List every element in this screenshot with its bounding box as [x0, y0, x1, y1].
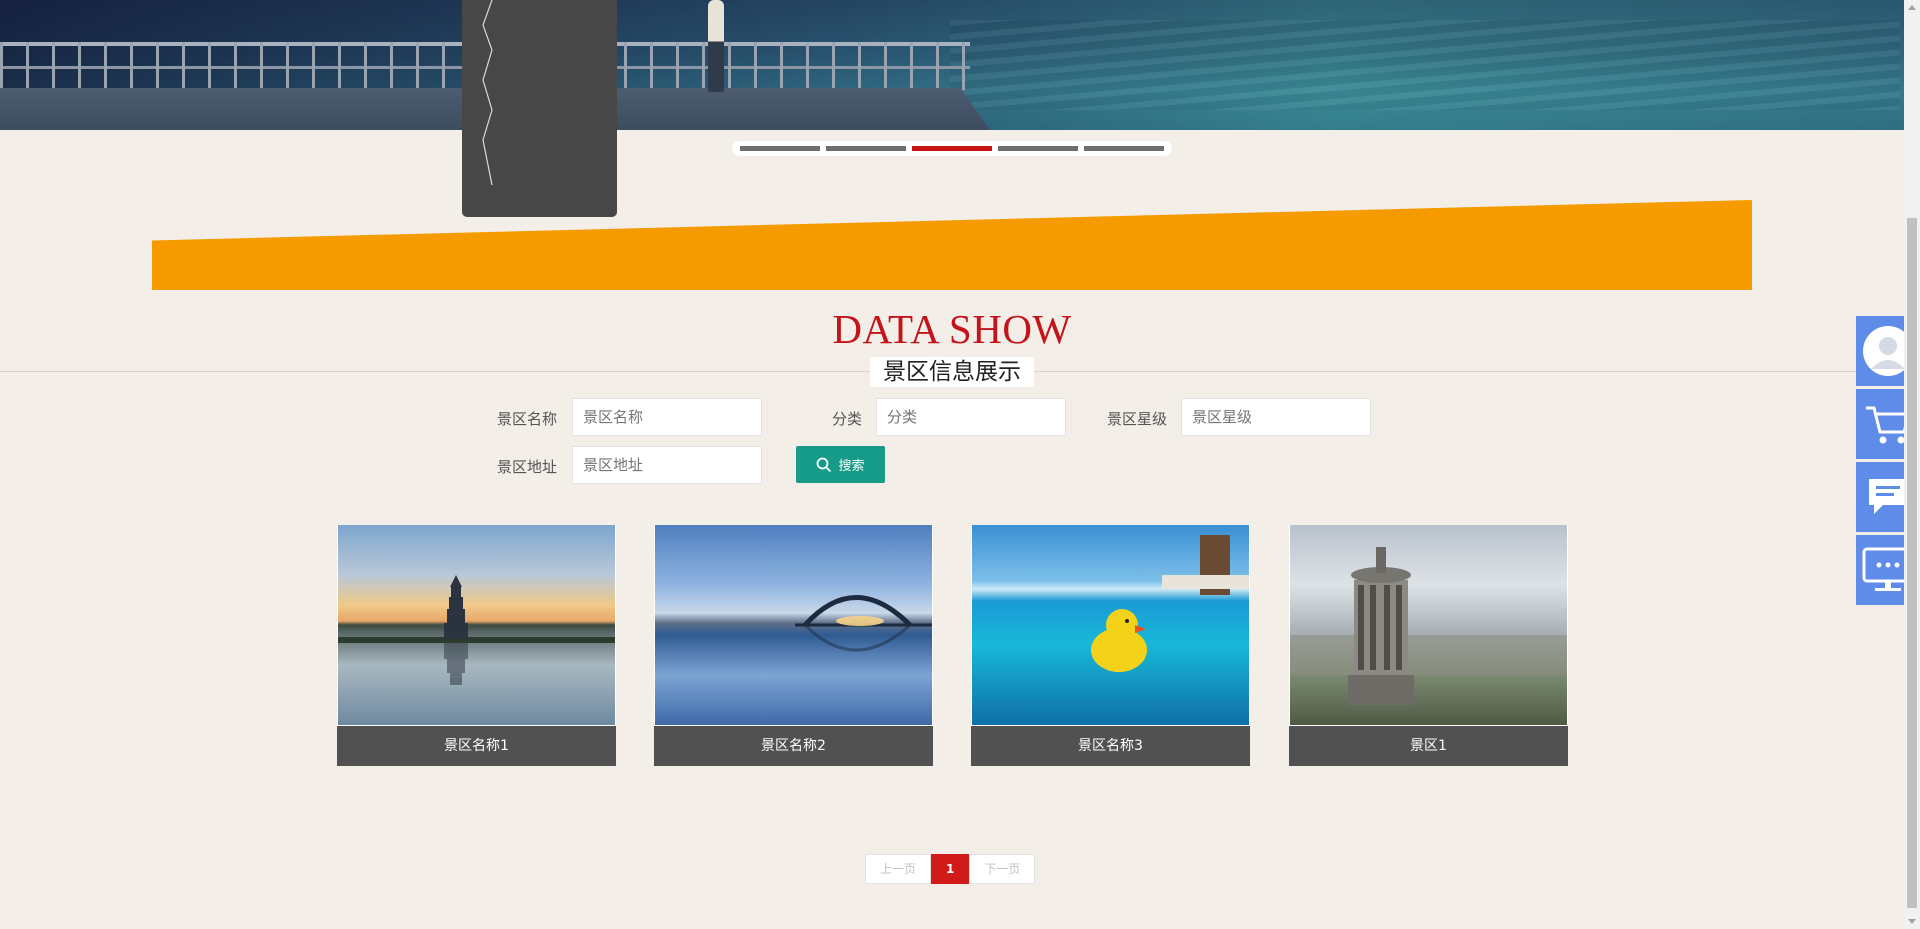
scenic-card-3[interactable]: 景区名称3: [971, 525, 1250, 766]
star-input[interactable]: [1181, 398, 1371, 436]
slider-dot-4[interactable]: [998, 146, 1078, 151]
search-button-label: 搜索: [838, 458, 865, 473]
card-caption[interactable]: 景区名称2: [654, 726, 933, 766]
section-title-en: DATA SHOW: [832, 306, 1072, 352]
scenic-card-2[interactable]: 景区名称2: [654, 525, 933, 766]
card-image-pagoda[interactable]: [338, 525, 615, 725]
card-image-duck[interactable]: [972, 525, 1249, 725]
star-label: 景区星级: [1106, 410, 1167, 428]
hero-sea: [950, 20, 1900, 110]
category-label: 分类: [831, 410, 862, 428]
name-label: 景区名称: [496, 410, 557, 428]
side-panel: [462, 0, 617, 217]
card-caption[interactable]: 景区1: [1289, 726, 1568, 766]
search-button[interactable]: 搜索: [796, 446, 885, 483]
slider-dot-5[interactable]: [1084, 146, 1164, 151]
monument-graphic: [1290, 547, 1567, 705]
orange-band: [152, 200, 1752, 290]
slider-dot-3[interactable]: [912, 146, 992, 151]
page-1-button[interactable]: 1: [931, 854, 970, 884]
section-title-cn: 景区信息展示: [870, 357, 1034, 387]
name-input[interactable]: [572, 398, 762, 436]
pagination: 上一页 1 下一页: [865, 854, 1036, 884]
card-image-monument[interactable]: [1290, 525, 1567, 725]
slider-dot-2[interactable]: [826, 146, 906, 151]
card-image-bridge[interactable]: [655, 525, 932, 725]
hero-person: [708, 0, 724, 92]
prev-page-button[interactable]: 上一页: [865, 854, 932, 884]
duck-graphic: [1091, 535, 1249, 672]
address-label: 景区地址: [496, 458, 557, 476]
category-input[interactable]: [876, 398, 1066, 436]
scroll-thumb[interactable]: [1907, 218, 1917, 908]
slider-dots: [732, 141, 1172, 156]
card-caption[interactable]: 景区名称1: [337, 726, 616, 766]
address-input[interactable]: [572, 446, 762, 484]
hero-banner: [0, 0, 1904, 130]
slider-dot-1[interactable]: [740, 146, 820, 151]
scenic-card-1[interactable]: 景区名称1: [337, 525, 616, 766]
zigzag-line: [482, 0, 493, 186]
bridge-graphic: [795, 595, 932, 652]
card-caption[interactable]: 景区名称3: [971, 726, 1250, 766]
scroll-down-icon[interactable]: [1908, 919, 1916, 924]
scenic-card-4[interactable]: 景区1: [1289, 525, 1568, 766]
pagoda-graphic: [338, 575, 615, 685]
page-scrollbar[interactable]: [1904, 0, 1920, 929]
search-icon: [817, 457, 832, 472]
next-page-button[interactable]: 下一页: [969, 854, 1036, 884]
scroll-up-icon[interactable]: [1908, 5, 1916, 10]
